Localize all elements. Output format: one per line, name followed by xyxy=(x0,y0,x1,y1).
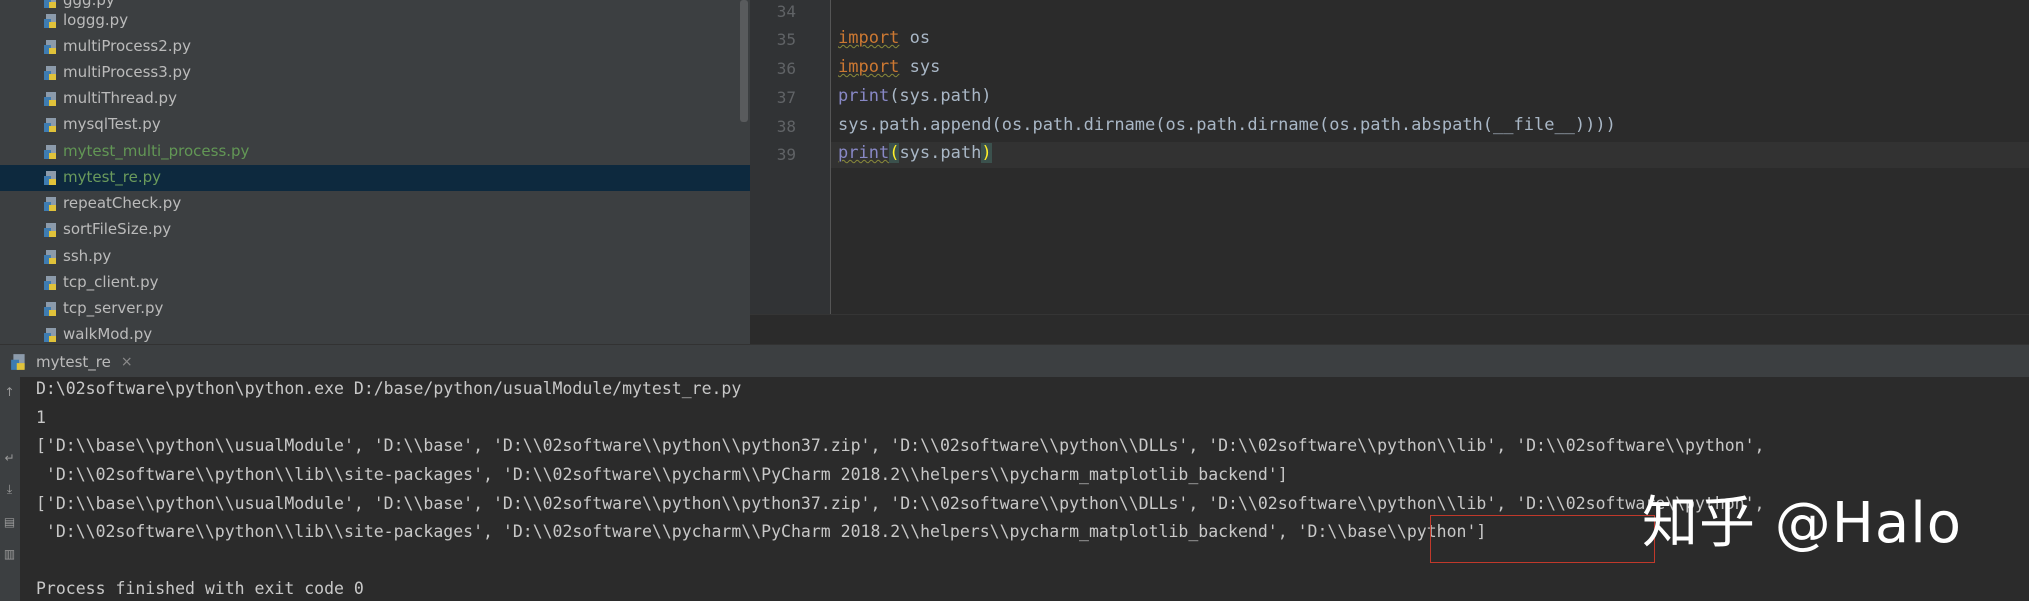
python-file-icon xyxy=(44,40,56,54)
line-number: 35 xyxy=(776,30,796,49)
tree-item-label: tcp_server.py xyxy=(63,299,164,317)
tree-item[interactable]: loggg.py xyxy=(0,8,750,34)
code-text: sys xyxy=(899,57,941,77)
tree-scrollbar[interactable] xyxy=(740,0,748,122)
trash-icon[interactable]: ▥ xyxy=(2,547,17,562)
console-line: 'D:\\02software\\python\\lib\\site-packa… xyxy=(36,465,1288,484)
highlight-box xyxy=(1430,515,1655,563)
python-file-icon xyxy=(44,250,56,264)
watermark: 知乎 @Halo xyxy=(1642,491,1963,556)
print-icon[interactable]: ▤ xyxy=(2,515,17,530)
keyword: import xyxy=(838,57,900,77)
line-number: 38 xyxy=(776,117,796,136)
python-file-icon xyxy=(44,66,56,80)
soft-wrap-icon[interactable]: ↵ xyxy=(2,451,17,466)
tree-item-label: sortFileSize.py xyxy=(63,220,172,238)
tree-item-label: mysqlTest.py xyxy=(63,115,161,133)
code-text: sys.path.append(os.path.dirname(os.path.… xyxy=(838,115,1616,135)
tree-item[interactable]: multiProcess3.py xyxy=(0,60,750,86)
console-line: 1 xyxy=(36,408,46,427)
tree-item-label: mytest_multi_process.py xyxy=(63,142,250,160)
console-line: Process finished with exit code 0 xyxy=(36,579,364,598)
tree-item[interactable]: ssh.py xyxy=(0,244,750,270)
code-text: (sys.path) xyxy=(889,86,992,106)
tree-item-label: walkMod.py xyxy=(63,325,153,343)
builtin-function: print xyxy=(838,143,890,163)
tree-item[interactable]: multiProcess2.py xyxy=(0,34,750,60)
tree-item-label: loggg.py xyxy=(63,11,129,29)
tree-item[interactable]: tcp_server.py xyxy=(0,296,750,322)
code-text: sys.path xyxy=(899,143,982,163)
matched-paren: ( xyxy=(889,143,900,163)
console-line: ['D:\\base\\python\\usualModule', 'D:\\b… xyxy=(36,494,1765,513)
run-tab[interactable]: mytest_re × xyxy=(10,345,133,378)
python-file-icon xyxy=(44,223,56,237)
python-file-icon xyxy=(44,118,56,132)
code-line[interactable]: import os xyxy=(838,28,930,48)
tree-item[interactable]: multiThread.py xyxy=(0,86,750,112)
console-line: D:\02software\python\python.exe D:/base/… xyxy=(36,379,742,398)
code-line[interactable]: import sys xyxy=(838,57,940,77)
code-text: os xyxy=(899,28,931,48)
code-editor[interactable]: 34 35 36 37 38 39 import os import sys p… xyxy=(750,0,2029,345)
console-line: ['D:\\base\\python\\usualModule', 'D:\\b… xyxy=(36,436,1765,455)
code-line[interactable]: print(sys.path) xyxy=(838,86,992,106)
tree-item-selected[interactable]: mytest_re.py xyxy=(0,165,750,191)
console-line: 'D:\\02software\\python\\lib\\site-packa… xyxy=(36,522,1487,541)
python-file-icon xyxy=(44,171,56,185)
tree-item-label: tcp_client.py xyxy=(63,273,159,291)
up-arrow-icon[interactable]: ↑ xyxy=(2,385,17,400)
current-line-highlight xyxy=(831,142,2029,168)
matched-paren: ) xyxy=(981,143,992,163)
run-tab-bar: mytest_re × xyxy=(0,344,2029,378)
line-number: 37 xyxy=(776,88,796,107)
line-number: 34 xyxy=(776,2,796,21)
project-tree: ggg.py loggg.py multiProcess2.py multiPr… xyxy=(0,0,750,344)
builtin-function: print xyxy=(838,86,890,106)
python-file-icon xyxy=(44,276,56,290)
tree-item[interactable]: mytest_multi_process.py xyxy=(0,139,750,165)
tree-item-label: repeatCheck.py xyxy=(63,194,182,212)
tree-item-label: mytest_re.py xyxy=(63,168,162,186)
tree-item-label: ssh.py xyxy=(63,247,112,265)
tree-item[interactable]: mysqlTest.py xyxy=(0,112,750,138)
python-file-icon xyxy=(44,145,56,159)
run-tab-label: mytest_re xyxy=(36,352,111,371)
run-toolbar: ↑ ↵ ⤓ ▤ ▥ xyxy=(0,377,20,601)
tree-item-label: multiProcess3.py xyxy=(63,63,191,81)
python-file-icon xyxy=(44,302,56,316)
close-icon[interactable]: × xyxy=(121,354,133,370)
tree-item[interactable]: sortFileSize.py xyxy=(0,217,750,243)
code-line[interactable]: sys.path.append(os.path.dirname(os.path.… xyxy=(838,115,1616,135)
python-file-icon xyxy=(44,92,56,106)
code-line[interactable]: print(sys.path) xyxy=(838,143,992,163)
tree-item-label: multiThread.py xyxy=(63,89,177,107)
python-file-icon xyxy=(44,328,56,342)
scroll-to-end-icon[interactable]: ⤓ xyxy=(2,482,17,497)
tree-item[interactable]: tcp_client.py xyxy=(0,270,750,296)
keyword: import xyxy=(838,28,900,48)
line-number: 39 xyxy=(776,145,796,164)
tree-item-label: multiProcess2.py xyxy=(63,37,191,55)
line-number-gutter: 34 35 36 37 38 39 xyxy=(750,0,830,314)
python-run-icon xyxy=(11,353,25,370)
tree-item[interactable]: repeatCheck.py xyxy=(0,191,750,217)
line-number: 36 xyxy=(776,59,796,78)
tree-item[interactable]: walkMod.py xyxy=(0,322,750,344)
python-file-icon xyxy=(44,14,56,28)
editor-bottom-strip xyxy=(750,314,2029,345)
python-file-icon xyxy=(44,197,56,211)
